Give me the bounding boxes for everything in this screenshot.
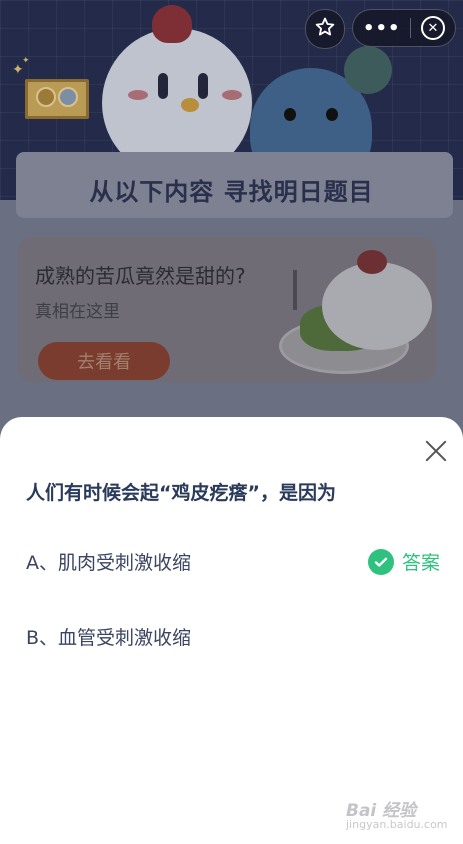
chick-eye [198,73,208,99]
capsule-divider [410,18,412,38]
medal-icon [36,87,56,107]
check-icon [368,548,394,575]
promo-headline: 成熟的苦瓜竟然是甜的? [35,264,246,288]
answer-indicator: 答案 [368,548,440,575]
close-icon[interactable] [424,439,448,463]
chick-eye [158,73,168,99]
planet-image [344,46,392,94]
promo-subtitle: 真相在这里 [35,302,120,322]
chick-beak [181,98,199,112]
sparkle-icon: ✦ [22,56,30,66]
answer-label: 答案 [402,552,441,574]
promo-go-button[interactable]: 去看看 [38,342,170,380]
chick-comb [152,5,192,43]
chick-cheek [222,90,242,100]
more-dots-icon[interactable]: ••• [363,18,401,39]
medal-frame-image [25,79,89,119]
favorite-button[interactable] [305,9,345,49]
question-text: 人们有时候会起“鸡皮疙瘩”，是因为 [26,482,336,504]
chick-cheek [128,90,148,100]
mascot-eye [284,108,296,121]
watermark-domain: jingyan.baidu.com [346,818,448,831]
board-title: 从以下内容 寻找明日题目 [89,178,374,206]
star-icon [314,16,336,42]
chick-comb [357,250,387,274]
fork-icon [293,270,297,310]
capsule-menu: ••• ✕ [352,9,456,47]
option-b[interactable]: B、血管受刺激收缩 [26,623,191,650]
mascot-eye [326,108,338,121]
option-a[interactable]: A、肌肉受刺激收缩 [26,548,191,575]
medal-icon [58,87,78,107]
chick-chef-image [322,262,432,350]
close-circle-icon[interactable]: ✕ [420,16,445,40]
